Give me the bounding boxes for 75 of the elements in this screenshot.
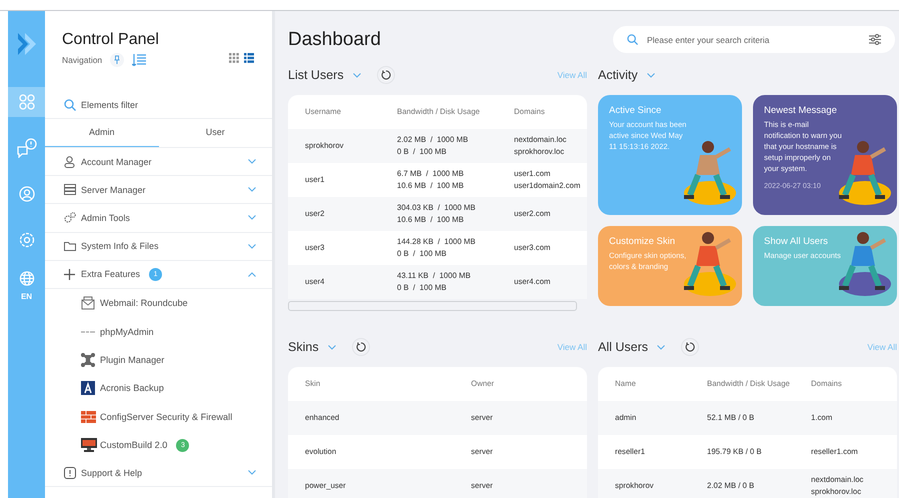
pin-icon[interactable] [110, 53, 124, 67]
submenu-item-label: CustomBuild 2.0 [100, 440, 168, 450]
chevrons-logo-icon [16, 30, 38, 56]
section-title: All Users [598, 340, 648, 354]
list-indent-icon[interactable] [132, 54, 146, 66]
submenu-item-label: phpMyAdmin [100, 326, 154, 337]
sidebar-tab[interactable]: Admin [45, 119, 158, 147]
refresh-icon [380, 70, 391, 80]
navigation-label: Navigation [62, 55, 102, 65]
info-icon [64, 466, 76, 479]
language-label: EN [20, 292, 32, 301]
list-view-icon[interactable] [244, 53, 254, 63]
card-title: Show All Users [764, 236, 829, 247]
section-title: List Users [288, 68, 344, 82]
grid-view-icon[interactable] [229, 53, 239, 63]
network-icon [81, 352, 95, 367]
gears-icon [64, 212, 76, 224]
user-icon [64, 156, 75, 168]
sidebar-tab[interactable]: User [158, 119, 272, 147]
globe-icon [18, 271, 34, 286]
gear-icon [18, 232, 34, 248]
menu-item-label: Server Manager [81, 184, 146, 195]
menu-item-label: Extra Features [81, 269, 140, 280]
submenu-item[interactable]: ConfigServer Security & Firewall [45, 402, 272, 431]
menu-item-label: Account Manager [81, 156, 152, 167]
chevron-down-icon[interactable] [328, 344, 336, 350]
search-icon [64, 99, 76, 111]
card-title: Active Since [609, 105, 662, 116]
folder-icon [64, 241, 76, 252]
refresh-button[interactable] [681, 338, 700, 356]
square-logo-icon [81, 381, 95, 396]
menu-item[interactable]: Admin Tools [45, 204, 272, 233]
dashes-icon [81, 330, 95, 334]
refresh-icon [356, 342, 366, 352]
submenu-item-label: ConfigServer Security & Firewall [100, 412, 232, 422]
menu-item-label: Support & Help [81, 468, 142, 478]
page-title: Dashboard [288, 28, 381, 50]
refresh-button[interactable] [376, 66, 395, 84]
chevron-down-icon[interactable] [646, 72, 655, 78]
submenu-item[interactable]: Acronis Backup [45, 374, 272, 402]
menu-item-label: Admin Tools [81, 212, 130, 223]
section-title: Activity [598, 68, 638, 82]
chevron-down-icon[interactable] [352, 72, 361, 78]
menu-item[interactable]: Account Manager [45, 148, 272, 176]
sliders-icon[interactable] [869, 34, 881, 45]
card-title: Customize Skin [609, 236, 676, 247]
brick-wall-icon [81, 410, 96, 423]
submenu-item-label: Webmail: Roundcube [100, 298, 188, 308]
envelope-icon [81, 296, 95, 310]
submenu-item-label: Acronis Backup [100, 383, 164, 394]
monitor-icon [81, 438, 97, 452]
submenu-item[interactable]: Plugin Manager [45, 346, 272, 374]
search-field[interactable]: Please enter your search criteria [613, 26, 895, 53]
apps-icon [18, 94, 34, 110]
card-title: Newest Message [764, 105, 838, 116]
chat-alert-icon [16, 138, 38, 158]
plus-icon [64, 268, 75, 280]
submenu-item-label: Plugin Manager [100, 354, 164, 365]
refresh-icon [685, 342, 696, 352]
refresh-button[interactable] [352, 338, 370, 356]
section-title: Skins [288, 340, 319, 354]
elements-filter-field[interactable]: Elements filter [61, 96, 251, 114]
search-icon [627, 34, 638, 45]
menu-item[interactable]: Server Manager [45, 176, 272, 204]
menu-item[interactable]: System Info & Files [45, 232, 272, 261]
sidebar-title: Control Panel [62, 31, 159, 49]
menu-item[interactable]: Support & Help [45, 459, 272, 488]
server-icon [64, 184, 76, 196]
menu-item-label: System Info & Files [81, 241, 159, 252]
chevron-down-icon[interactable] [657, 344, 666, 350]
horizontal-scrollbar[interactable] [288, 301, 577, 311]
rail-nav-item[interactable] [8, 87, 45, 117]
submenu-item[interactable]: Webmail: Roundcube [45, 288, 272, 318]
submenu-item[interactable]: phpMyAdmin [45, 317, 272, 346]
user-circle-icon [18, 186, 34, 202]
